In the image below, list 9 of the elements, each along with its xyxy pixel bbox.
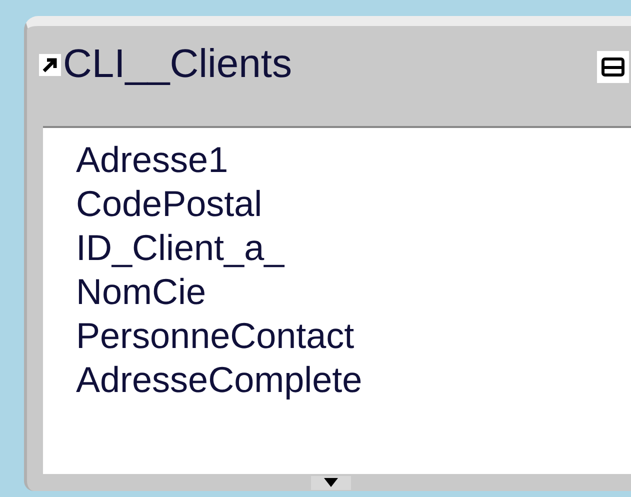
scroll-down-icon[interactable] xyxy=(310,476,350,490)
table-title: CLI__Clients xyxy=(63,41,292,88)
field-name[interactable]: CodePostal xyxy=(76,182,262,226)
field-name[interactable]: Adresse1 xyxy=(76,138,228,182)
field-name[interactable]: PersonneContact xyxy=(76,314,354,358)
collapse-icon[interactable] xyxy=(596,50,630,84)
field-name[interactable]: AdresseComplete xyxy=(76,358,362,402)
field-name[interactable]: NomCie xyxy=(76,270,206,314)
field-name[interactable]: ID_Client_a_ xyxy=(76,226,284,270)
